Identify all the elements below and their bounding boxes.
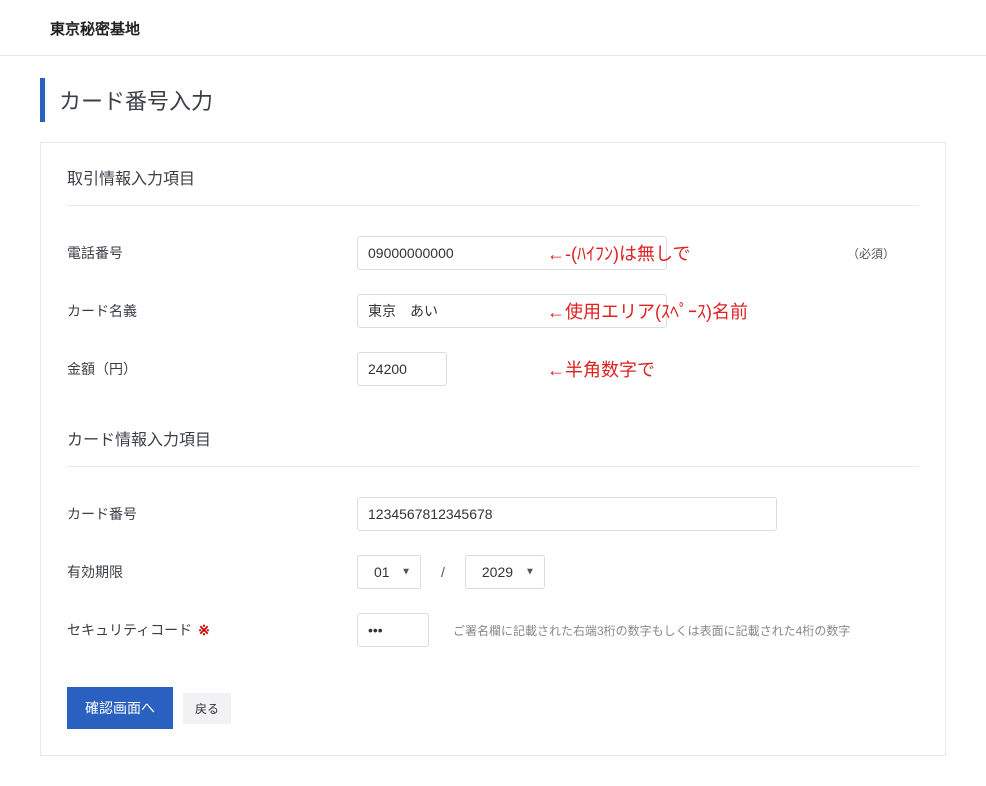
cvc-required-mark: ※: [198, 622, 210, 638]
form-card: 取引情報入力項目 電話番号 ←-(ﾊｲﾌﾝ)は無しで （必須） カード名義 ←使…: [40, 142, 946, 756]
transaction-section-title: 取引情報入力項目: [67, 165, 919, 206]
card-section-title: カード情報入力項目: [67, 426, 919, 467]
site-title: 東京秘密基地: [50, 18, 936, 39]
expiry-month-select[interactable]: 01: [357, 555, 421, 589]
row-cvc: セキュリティコード ※ ご署名欄に記載された右端3桁の数字もしくは表面に記載され…: [67, 589, 919, 647]
row-amount: 金額（円） ←半角数字で: [67, 328, 919, 386]
actions-row: 確認画面へ 戻る: [67, 675, 919, 729]
expiry-year-wrap: 2029: [465, 555, 545, 589]
expiry-slash: /: [441, 564, 445, 580]
amount-input[interactable]: [357, 352, 447, 386]
expiry-year-select[interactable]: 2029: [465, 555, 545, 589]
phone-input[interactable]: [357, 236, 667, 270]
row-expiry: 有効期限 01 / 2029: [67, 531, 919, 589]
label-cvc: セキュリティコード ※: [67, 620, 357, 640]
content-area: カード番号入力 取引情報入力項目 電話番号 ←-(ﾊｲﾌﾝ)は無しで （必須） …: [0, 56, 986, 786]
row-cardname: カード名義 ←使用エリア(ｽﾍﾟｰｽ)名前: [67, 270, 919, 328]
cvc-input[interactable]: [357, 613, 429, 647]
phone-required-tag: （必須）: [847, 245, 895, 262]
page-title: カード番号入力: [40, 78, 946, 122]
back-button[interactable]: 戻る: [183, 693, 231, 724]
label-cardname: カード名義: [67, 301, 357, 321]
transaction-section: 取引情報入力項目 電話番号 ←-(ﾊｲﾌﾝ)は無しで （必須） カード名義 ←使…: [67, 165, 919, 386]
cardnumber-input[interactable]: [357, 497, 777, 531]
label-phone: 電話番号: [67, 243, 357, 263]
row-phone: 電話番号 ←-(ﾊｲﾌﾝ)は無しで （必須）: [67, 212, 919, 270]
label-cardnumber: カード番号: [67, 504, 357, 524]
label-expiry: 有効期限: [67, 562, 357, 582]
expiry-month-wrap: 01: [357, 555, 421, 589]
top-bar: 東京秘密基地: [0, 0, 986, 56]
row-cardnumber: カード番号: [67, 473, 919, 531]
cardname-input[interactable]: [357, 294, 667, 328]
label-amount: 金額（円）: [67, 359, 357, 379]
label-cvc-text: セキュリティコード: [67, 622, 192, 638]
card-section: カード情報入力項目 カード番号 有効期限 01 /: [67, 426, 919, 647]
cvc-hint: ご署名欄に記載された右端3桁の数字もしくは表面に記載された4桁の数字: [453, 622, 850, 639]
confirm-button[interactable]: 確認画面へ: [67, 687, 173, 729]
